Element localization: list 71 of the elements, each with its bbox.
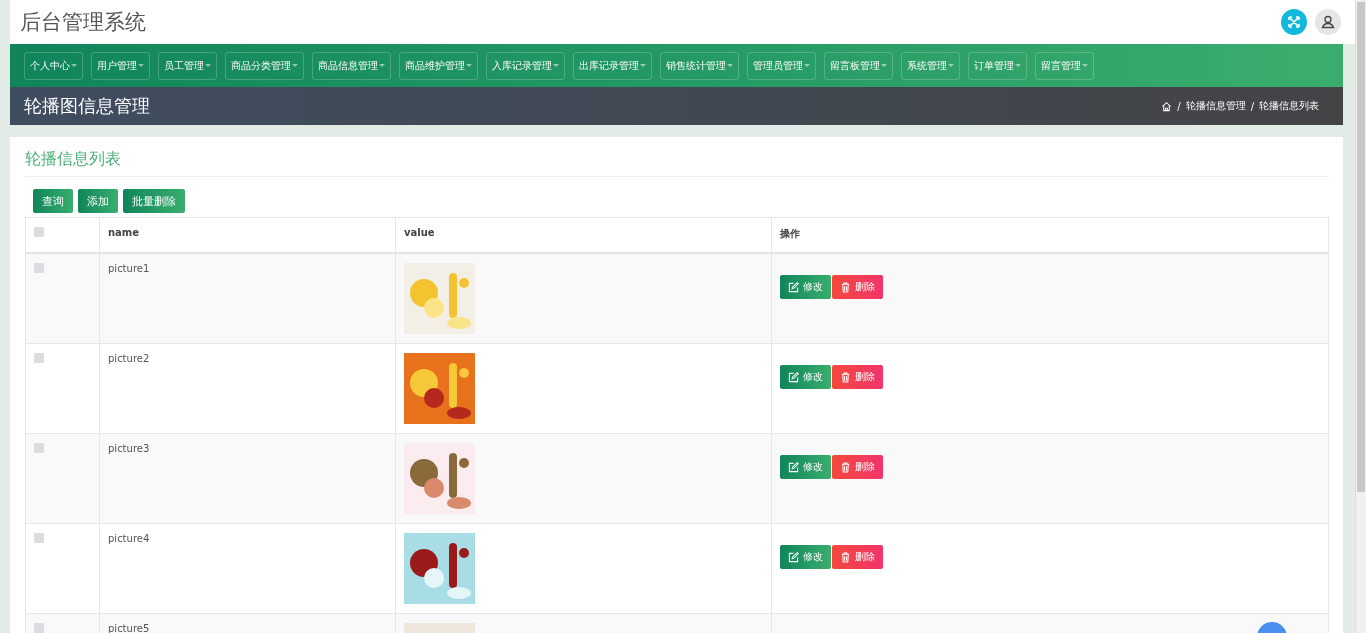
- row-checkbox[interactable]: [34, 353, 44, 363]
- nav-menu-item[interactable]: 留言板管理: [824, 51, 893, 80]
- nav-menu-item[interactable]: 用户管理: [91, 51, 150, 80]
- trash-icon: [840, 551, 851, 563]
- caret-icon: [727, 64, 733, 67]
- caret-icon: [1015, 64, 1021, 67]
- delete-button[interactable]: 删除: [832, 545, 883, 569]
- trash-icon: [840, 461, 851, 473]
- caret-icon: [205, 64, 211, 67]
- row-checkbox[interactable]: [34, 263, 44, 273]
- fullscreen-icon[interactable]: [1281, 9, 1307, 35]
- table-cell: picture4: [108, 533, 150, 544]
- table-cell: picture1: [108, 263, 150, 274]
- caret-icon: [379, 64, 385, 67]
- breadcrumb-item: 轮播信息列表: [1259, 99, 1319, 113]
- nav-menu-item[interactable]: 入库记录管理: [486, 51, 565, 80]
- caret-icon: [292, 64, 298, 67]
- row-checkbox[interactable]: [34, 623, 44, 633]
- app-title: 后台管理系统: [20, 9, 146, 36]
- caret-icon: [138, 64, 144, 67]
- caret-icon: [71, 64, 77, 67]
- delete-button[interactable]: 删除: [832, 455, 883, 479]
- breadcrumb-item[interactable]: 轮播信息管理: [1185, 99, 1246, 113]
- toolbar-button[interactable]: 添加: [78, 189, 118, 213]
- trash-icon: [840, 281, 851, 293]
- nav-menu-item[interactable]: 商品维护管理: [399, 51, 478, 80]
- nav-menu-item[interactable]: 订单管理: [968, 51, 1027, 80]
- caret-icon: [1082, 64, 1088, 67]
- toolbar-button[interactable]: 批量删除: [123, 189, 185, 213]
- delete-button[interactable]: 删除: [832, 275, 883, 299]
- table-cell: picture3: [108, 443, 150, 454]
- caret-icon: [466, 64, 472, 67]
- nav-menu-item[interactable]: 出库记录管理: [573, 51, 652, 80]
- trash-icon: [840, 371, 851, 383]
- page-title: 轮播图信息管理: [24, 94, 150, 118]
- breadcrumb-separator: /: [1250, 100, 1254, 112]
- nav-menu-item[interactable]: 员工管理: [158, 51, 217, 80]
- scrollbar[interactable]: [1355, 0, 1366, 633]
- edit-icon: [788, 281, 799, 293]
- edit-button[interactable]: 修改: [780, 275, 831, 299]
- caret-icon: [881, 64, 887, 67]
- nav-menu-item[interactable]: 商品分类管理: [225, 51, 304, 80]
- edit-icon: [788, 461, 799, 473]
- caret-icon: [640, 64, 646, 67]
- edit-button[interactable]: 修改: [780, 365, 831, 389]
- edit-button[interactable]: 修改: [780, 455, 831, 479]
- nav-menu-item[interactable]: 留言管理: [1035, 51, 1094, 80]
- nav-menu-item[interactable]: 个人中心: [24, 51, 83, 80]
- caret-icon: [948, 64, 954, 67]
- nav-menu-item[interactable]: 系统管理: [901, 51, 960, 80]
- caret-icon: [553, 64, 559, 67]
- column-header: value: [404, 227, 435, 238]
- edit-button[interactable]: 修改: [780, 545, 831, 569]
- delete-button[interactable]: 删除: [832, 365, 883, 389]
- home-icon[interactable]: [1161, 100, 1173, 112]
- edit-icon: [788, 551, 799, 563]
- row-checkbox[interactable]: [34, 533, 44, 543]
- nav-menu-item[interactable]: 销售统计管理: [660, 51, 739, 80]
- column-header: name: [108, 227, 140, 238]
- caret-icon: [804, 64, 810, 67]
- panel-title: 轮播信息列表: [25, 149, 1329, 177]
- select-all-checkbox[interactable]: [34, 227, 44, 237]
- user-icon[interactable]: [1315, 9, 1341, 35]
- nav-menu-item[interactable]: 管理员管理: [747, 51, 816, 80]
- row-checkbox[interactable]: [34, 443, 44, 453]
- column-header: 操作: [780, 228, 800, 239]
- toolbar-button[interactable]: 查询: [33, 189, 73, 213]
- edit-icon: [788, 371, 799, 383]
- breadcrumb-separator: /: [1177, 100, 1181, 112]
- table-cell: picture2: [108, 353, 150, 364]
- nav-menu-item[interactable]: 商品信息管理: [312, 51, 391, 80]
